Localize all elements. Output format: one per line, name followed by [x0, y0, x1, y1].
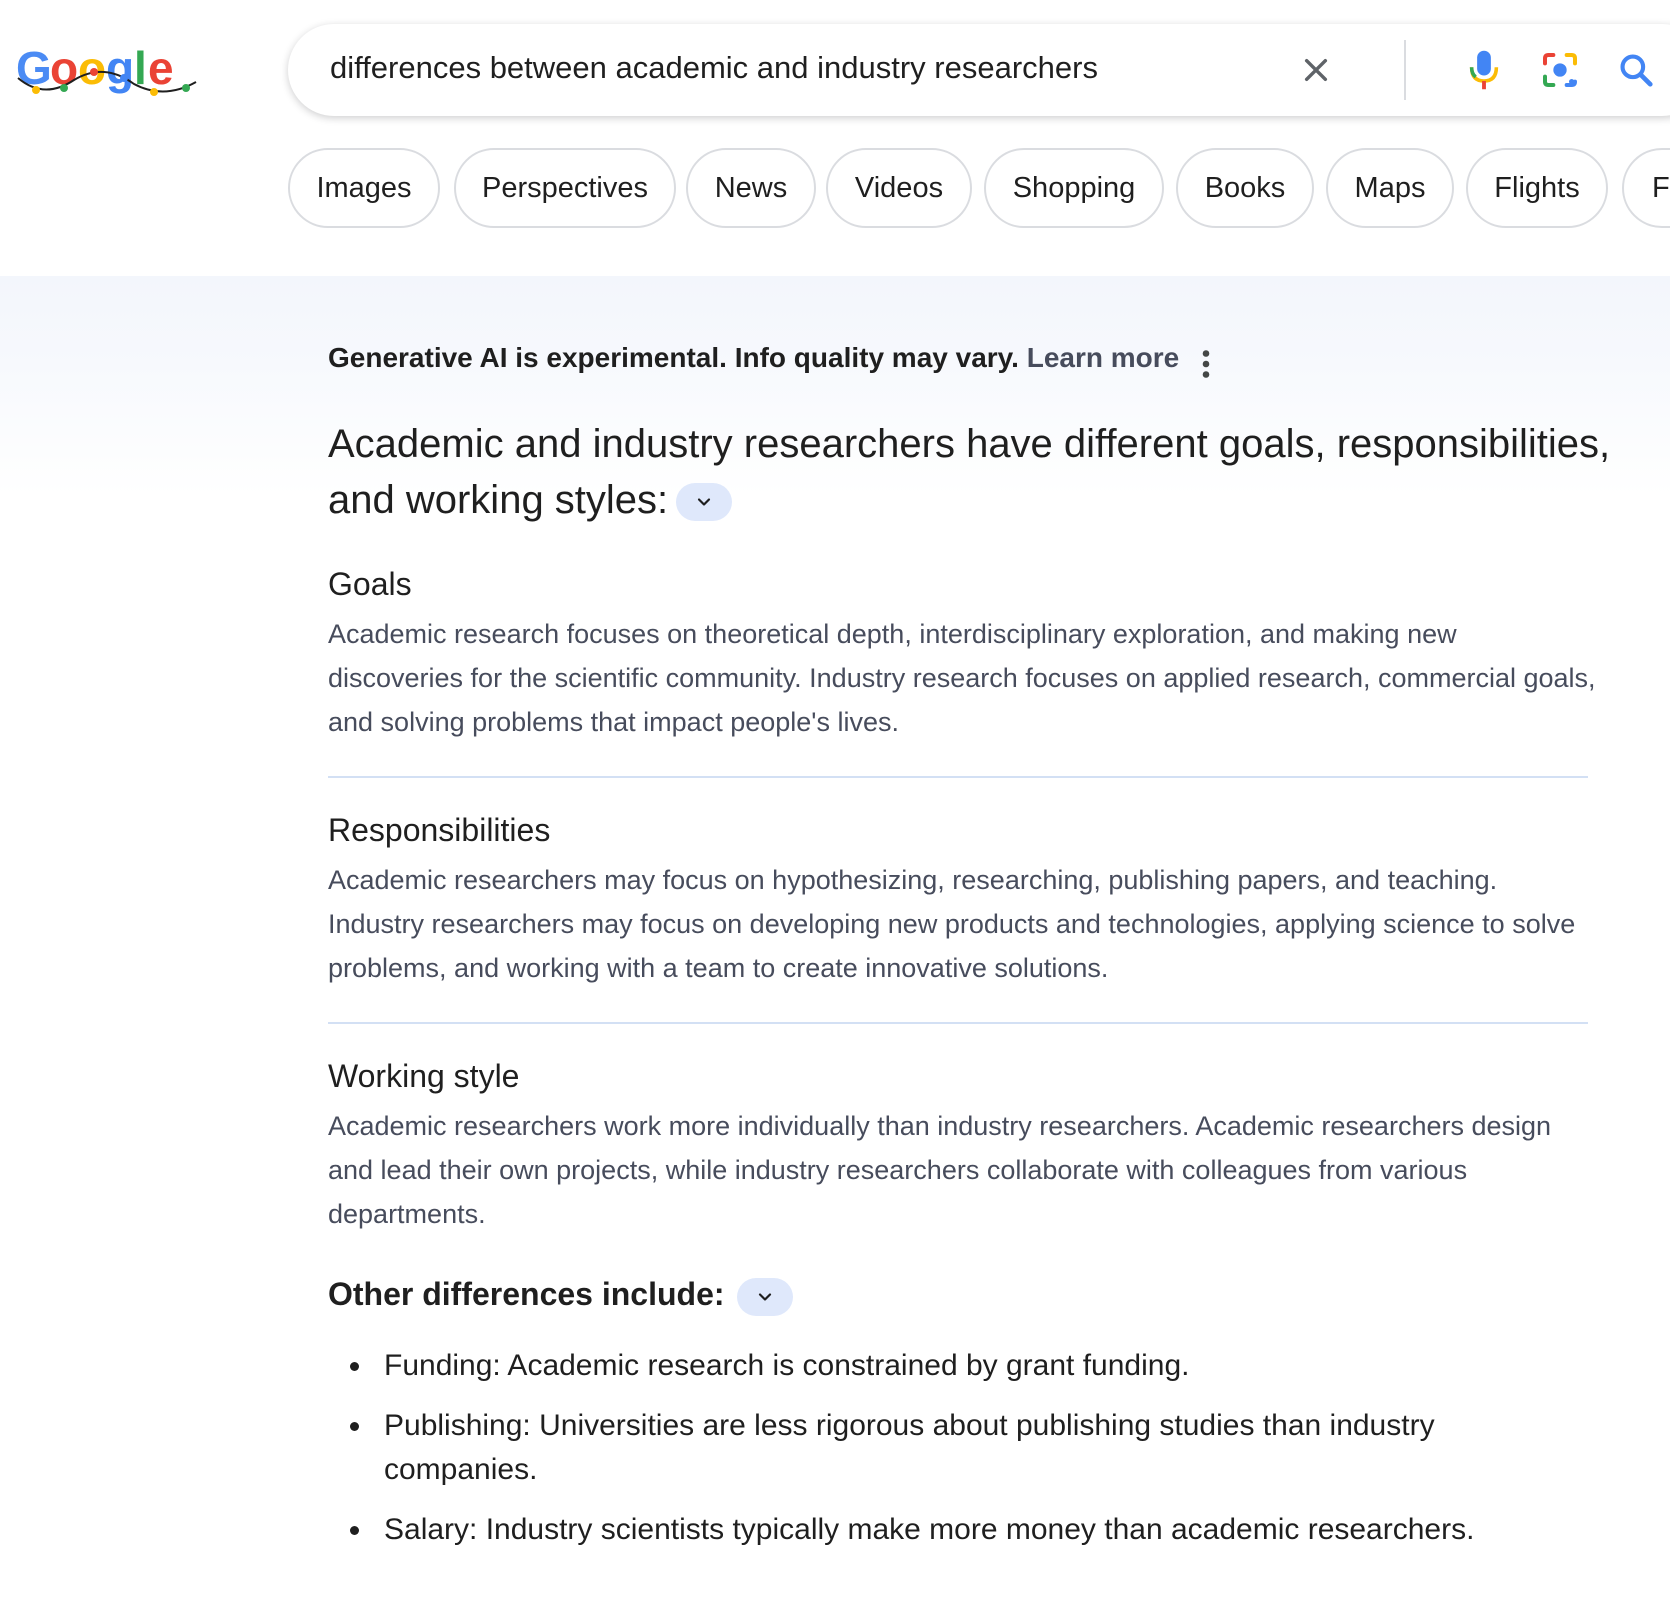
- other-title-text: Other differences include:: [328, 1276, 725, 1312]
- chip-books[interactable]: Books: [1176, 148, 1314, 228]
- search-button[interactable]: [1612, 46, 1660, 94]
- ai-disclaimer: Generative AI is experimental. Info qual…: [328, 342, 1179, 374]
- svg-text:o: o: [78, 42, 106, 94]
- mic-icon: [1469, 50, 1499, 90]
- svg-text:g: g: [106, 42, 134, 94]
- chip-maps[interactable]: Maps: [1326, 148, 1454, 228]
- camera-lens-icon: [1543, 53, 1577, 87]
- ai-headline: Academic and industry researchers have d…: [328, 416, 1628, 528]
- disclaimer-text: Generative AI is experimental. Info qual…: [328, 342, 1019, 373]
- chip-videos[interactable]: Videos: [826, 148, 972, 228]
- google-logo[interactable]: G o o g l e: [14, 38, 204, 108]
- chip-news[interactable]: News: [686, 148, 816, 228]
- svg-text:e: e: [148, 42, 174, 94]
- close-icon: [1304, 58, 1328, 82]
- section-body-responsibilities: Academic researchers may focus on hypoth…: [328, 865, 1576, 983]
- section-title-working-style: Working style: [328, 1058, 520, 1094]
- chevron-down-icon: [698, 498, 711, 507]
- list-item: Funding: Academic research is constraine…: [328, 1344, 1628, 1388]
- search-input[interactable]: differences between academic and industr…: [330, 50, 1098, 86]
- section-divider: [328, 776, 1588, 778]
- voice-search-button[interactable]: [1460, 46, 1508, 94]
- more-options-button[interactable]: [1192, 346, 1220, 382]
- expand-other-button[interactable]: [736, 1277, 793, 1316]
- lens-search-button[interactable]: [1536, 46, 1584, 94]
- expand-headline-button[interactable]: [676, 483, 733, 522]
- section-divider: [328, 1022, 1588, 1024]
- headline-text: Academic and industry researchers have d…: [328, 422, 1611, 522]
- learn-more-link[interactable]: Learn more: [1027, 342, 1180, 373]
- section-body-goals: Academic research focuses on theoretical…: [328, 619, 1596, 737]
- clear-search-button[interactable]: [1292, 46, 1340, 94]
- chip-perspectives[interactable]: Perspectives: [454, 148, 676, 228]
- chevron-down-icon: [758, 1292, 771, 1301]
- section-body-working-style: Academic researchers work more individua…: [328, 1111, 1552, 1229]
- filter-chips: Images Perspectives News Videos Shopping…: [288, 148, 1670, 228]
- more-vert-icon: [1202, 350, 1210, 378]
- section-title-goals: Goals: [328, 566, 412, 602]
- chip-shopping[interactable]: Shopping: [984, 148, 1164, 228]
- chip-flights[interactable]: Flights: [1466, 148, 1608, 228]
- search-box[interactable]: differences between academic and industr…: [288, 24, 1670, 116]
- list-item: Publishing: Universities are less rigoro…: [328, 1404, 1628, 1492]
- chip-images[interactable]: Images: [288, 148, 440, 228]
- section-title-responsibilities: Responsibilities: [328, 812, 551, 848]
- other-differences-list: Funding: Academic research is constraine…: [328, 1344, 1628, 1568]
- search-divider: [1404, 40, 1406, 100]
- other-differences-title: Other differences include:: [328, 1276, 793, 1316]
- chip-finance[interactable]: Fi: [1622, 148, 1670, 228]
- svg-text:G: G: [16, 42, 52, 94]
- ai-overview-panel: Generative AI is experimental. Info qual…: [0, 276, 1670, 1598]
- header: G o o g l e differences between academic…: [0, 0, 1670, 276]
- search-icon: [1620, 54, 1653, 87]
- list-item: Salary: Industry scientists typically ma…: [328, 1508, 1628, 1552]
